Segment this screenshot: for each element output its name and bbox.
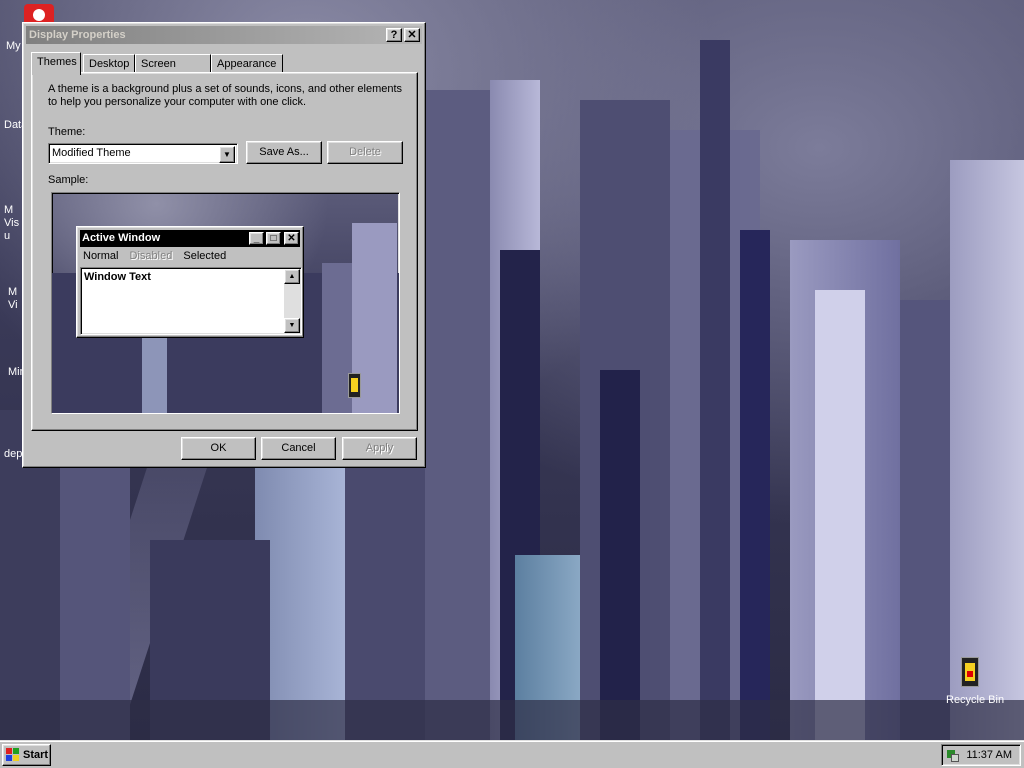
building [425, 90, 495, 740]
city-base [0, 700, 1024, 740]
dialog-title: Display Properties [29, 29, 126, 41]
help-button[interactable]: ? [386, 28, 402, 42]
sample-active-window: Active Window _ □ ✕ Normal Disabled Sele… [76, 226, 304, 338]
themes-panel: A theme is a background plus a set of so… [31, 72, 418, 431]
close-icon: ✕ [284, 232, 299, 245]
theme-description: A theme is a background plus a set of so… [48, 83, 403, 108]
cancel-button[interactable]: Cancel [261, 437, 336, 460]
minimize-icon: _ [249, 232, 264, 245]
desktop-icon-label: My [6, 40, 21, 52]
recycle-bin-icon [348, 373, 361, 398]
close-icon: ✕ [407, 29, 417, 41]
sample-titlebar: Active Window _ □ ✕ [80, 230, 300, 247]
sample-window-title: Active Window [82, 232, 161, 244]
building [600, 370, 640, 740]
ok-label: OK [210, 442, 227, 454]
chevron-down-icon[interactable]: ▼ [219, 146, 235, 163]
taskbar: Start 11:37 AM [0, 740, 1024, 768]
save-as-label: Save As... [259, 146, 309, 158]
tab-appearance[interactable]: Appearance [211, 54, 283, 74]
start-button[interactable]: Start [2, 744, 51, 766]
delete-button[interactable]: Delete [327, 141, 403, 164]
desktop-icon-visu[interactable]: M Visu [4, 204, 24, 243]
sample-menu-disabled: Disabled [129, 250, 173, 262]
tab-screen-saver[interactable]: Screen Saver [135, 54, 211, 88]
network-icon[interactable] [946, 748, 960, 762]
tab-label: Themes [37, 56, 77, 68]
recycle-bin-label: Recycle Bin [946, 694, 1005, 706]
close-button[interactable]: ✕ [404, 28, 420, 42]
maximize-icon: □ [266, 232, 281, 245]
apply-button[interactable]: Apply [342, 437, 417, 460]
start-label: Start [23, 749, 49, 761]
building [740, 230, 770, 740]
building [950, 160, 1024, 740]
tab-label: Desktop [89, 58, 130, 70]
windows-logo-icon [6, 748, 20, 762]
tab-themes[interactable]: Themes [31, 52, 81, 75]
theme-select-value: Modified Theme [52, 147, 131, 159]
theme-label: Theme: [48, 126, 86, 138]
desktop-icon-dep[interactable]: dep [4, 448, 22, 460]
building [60, 440, 130, 740]
building [700, 40, 730, 740]
system-tray: 11:37 AM [941, 744, 1021, 766]
tab-label: Appearance [217, 58, 277, 70]
display-properties-dialog: Display Properties ? ✕ Themes Desktop Sc… [22, 22, 426, 468]
building [815, 290, 865, 740]
scroll-down-icon: ▼ [284, 318, 300, 333]
desktop-icon-recycle-bin[interactable]: Recycle Bin [940, 657, 1010, 709]
sample-label: Sample: [48, 174, 89, 186]
tab-desktop[interactable]: Desktop [83, 54, 135, 74]
dialog-titlebar[interactable]: Display Properties ? ✕ [26, 26, 422, 44]
clock[interactable]: 11:37 AM [966, 749, 1012, 761]
sample-preview: Active Window _ □ ✕ Normal Disabled Sele… [51, 192, 400, 414]
sample-window-body: Window Text ▲ ▼ [80, 267, 302, 335]
save-as-button[interactable]: Save As... [246, 141, 322, 164]
scroll-up-icon: ▲ [284, 269, 300, 284]
help-icon: ? [390, 29, 398, 41]
sample-window-text: Window Text [84, 271, 151, 283]
sample-scrollbar: ▲ ▼ [284, 269, 300, 333]
delete-label: Delete [349, 146, 381, 158]
apply-label: Apply [365, 442, 394, 454]
cancel-label: Cancel [281, 442, 316, 454]
sample-menu-selected: Selected [183, 250, 227, 262]
sample-menu-normal: Normal [83, 250, 119, 262]
theme-select[interactable]: Modified Theme ▼ [48, 143, 238, 164]
recycle-bin-icon [961, 657, 979, 687]
ok-button[interactable]: OK [181, 437, 256, 460]
sample-menu: Normal Disabled Selected [83, 250, 234, 262]
